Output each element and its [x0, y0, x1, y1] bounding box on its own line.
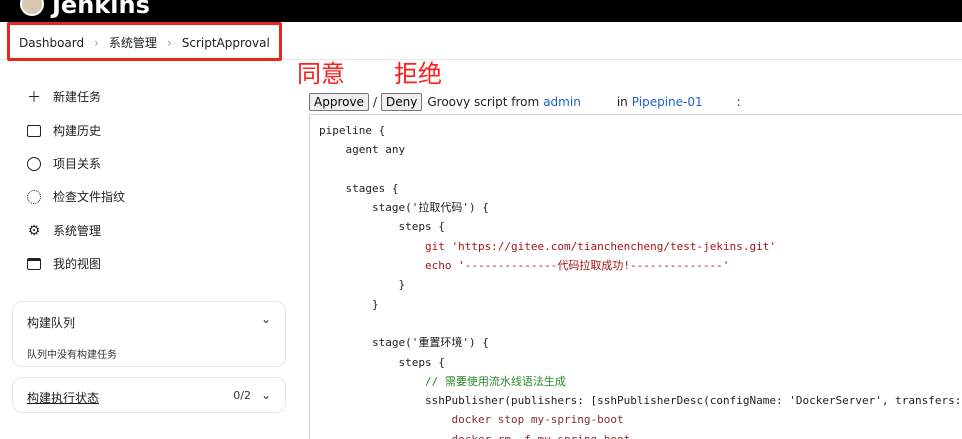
brand-title[interactable]: Jenkins [52, 0, 150, 19]
code-line: pipeline { [319, 124, 386, 137]
build-queue-empty-text: 队列中没有构建任务 [27, 350, 117, 361]
script-source-text: Groovy script from [427, 95, 540, 109]
deny-annotation: 拒绝 [394, 60, 442, 88]
code-line: stages { [319, 181, 399, 195]
deny-button[interactable]: Deny [381, 93, 423, 111]
script-code-block: pipeline { agent any stages { stage('拉取代… [309, 114, 962, 439]
slash-separator: / [372, 95, 377, 109]
code-line: steps { [319, 355, 445, 369]
code-line: stage('拉取代码') { [319, 201, 489, 215]
code-line: agent any [319, 143, 406, 157]
code-line: git 'https://gitee.com/tianchencheng/tes… [319, 239, 776, 253]
in-text: in [616, 95, 628, 109]
code-line: steps { [319, 220, 445, 234]
job-link[interactable]: Pipepine-01 [632, 95, 703, 109]
sidebar-item-new-task[interactable]: ＋ 新建任务 [24, 88, 102, 106]
executor-status-panel: 构建执行状态 0/2 ⌄ [12, 377, 286, 413]
approve-button[interactable]: Approve [309, 93, 369, 111]
sidebar-item-project-relationship[interactable]: 项目关系 [24, 155, 101, 172]
approve-annotation: 同意 [297, 60, 345, 88]
build-queue-panel: 构建队列 ⌄ 队列中没有构建任务 [12, 301, 286, 367]
user-link[interactable]: admin [543, 95, 581, 109]
sidebar-item-system-manage[interactable]: ⚙ 系统管理 [24, 222, 101, 239]
gear-icon: ⚙ [27, 222, 41, 239]
history-icon [24, 123, 44, 139]
code-line: sshPublisher(publishers: [sshPublisherDe… [319, 394, 962, 408]
approval-row: Approve / Deny Groovy script from admin … [309, 93, 741, 111]
executor-status-title[interactable]: 构建执行状态 [27, 389, 99, 406]
script-content: pipeline { agent any stages { stage('拉取代… [319, 121, 962, 439]
jenkins-logo-icon[interactable] [20, 0, 44, 16]
sidebar-item-fingerprint[interactable]: 检查文件指纹 [24, 188, 125, 205]
code-line: stage('重置环境') { [319, 336, 489, 350]
code-line: } [319, 278, 406, 292]
code-line: echo '--------------代码拉取成功!-------------… [319, 259, 730, 273]
code-line: } [319, 297, 379, 311]
fingerprint-icon [24, 189, 44, 205]
sidebar-item-label: 系统管理 [53, 224, 102, 238]
chevron-down-icon[interactable]: ⌄ [261, 388, 271, 402]
build-queue-title[interactable]: 构建队列 [27, 314, 75, 331]
colon-text: : [736, 95, 741, 109]
executor-count: 0/2 [233, 389, 251, 402]
chevron-down-icon[interactable]: ⌄ [261, 312, 271, 326]
sidebar-item-build-history[interactable]: 构建历史 [24, 122, 101, 139]
code-line: // 需要使用流水线语法生成 [319, 374, 566, 388]
sidebar-item-my-views[interactable]: 我的视图 [24, 255, 101, 272]
code-line: docker stop my-spring-boot [319, 413, 624, 427]
highlight-box [7, 22, 282, 61]
sidebar-item-label: 构建历史 [53, 124, 102, 138]
sidebar-item-label: 项目关系 [53, 157, 102, 171]
relationship-icon [24, 156, 44, 172]
code-line: docker rm -f my-spring-boot [319, 430, 962, 439]
plus-icon: ＋ [27, 89, 41, 106]
sidebar-item-label: 新建任务 [53, 90, 102, 104]
sidebar-item-label: 我的视图 [53, 257, 102, 271]
top-header: Jenkins [0, 0, 962, 22]
window-icon [24, 256, 44, 272]
sidebar-item-label: 检查文件指纹 [53, 190, 126, 204]
